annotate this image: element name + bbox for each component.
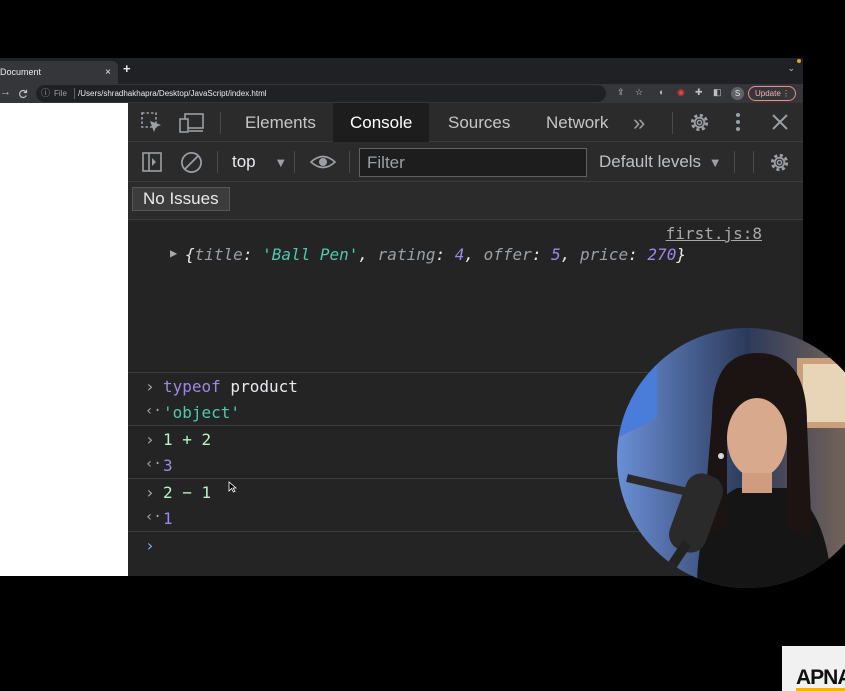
- more-tabs-icon[interactable]: »: [633, 103, 645, 142]
- input-chevron-icon: ›: [145, 483, 155, 502]
- source-link[interactable]: first.js:8: [666, 224, 762, 243]
- browser-tab[interactable]: Document ×: [0, 61, 118, 84]
- input-text: typeof product: [163, 377, 298, 396]
- divider: [220, 112, 221, 134]
- extension-record-icon[interactable]: ◉: [677, 87, 685, 98]
- divider: [74, 88, 75, 99]
- input-chevron-icon: ›: [145, 430, 155, 449]
- divider: [734, 151, 735, 173]
- tab-network[interactable]: Network: [546, 103, 608, 142]
- live-expression-eye-icon[interactable]: [309, 153, 337, 176]
- divider: [672, 112, 673, 134]
- divider: [349, 151, 350, 173]
- mouse-cursor-icon: [228, 481, 237, 493]
- filter-input[interactable]: Filter: [359, 148, 587, 177]
- clear-console-icon[interactable]: [180, 151, 203, 179]
- page-viewport[interactable]: [0, 103, 128, 576]
- levels-label: Default levels: [599, 152, 702, 171]
- window-dot-icon: [797, 59, 801, 63]
- input-text: 2 − 1: [163, 483, 212, 502]
- bookmark-star-icon[interactable]: ☆: [635, 87, 643, 98]
- new-tab-button[interactable]: +: [123, 61, 131, 76]
- object-preview: {title: 'Ball Pen', rating: 4, offer: 5,…: [185, 245, 686, 264]
- extension-icon[interactable]: ◐: [659, 87, 664, 97]
- divider: [217, 151, 218, 173]
- divider: [753, 151, 754, 173]
- console-settings-gear-icon[interactable]: [768, 151, 791, 179]
- scheme-label: File: [54, 89, 67, 98]
- update-button[interactable]: Update ⋮: [748, 86, 796, 101]
- update-menu-icon: ⋮: [782, 89, 790, 98]
- result-arrow-icon: ‹·: [145, 509, 162, 525]
- result-text: 3: [163, 456, 173, 475]
- tab-search-chevron-icon[interactable]: ⌄: [787, 63, 795, 74]
- url-text: /Users/shradhakhapra/Desktop/JavaScript/…: [78, 89, 267, 98]
- sidebar-toggle-icon[interactable]: [141, 151, 163, 178]
- console-log-object[interactable]: ▶ {title: 'Ball Pen', rating: 4, offer: …: [128, 245, 803, 271]
- update-label: Update: [755, 89, 781, 98]
- tab-sources[interactable]: Sources: [448, 103, 510, 142]
- info-icon[interactable]: ⓘ: [41, 85, 50, 102]
- browser-toolbar: → ⓘ File /Users/shradhakhapra/Desktop/Ja…: [0, 84, 803, 103]
- browser-tab-strip: Document × + ⌄: [0, 58, 803, 84]
- forward-icon[interactable]: →: [0, 86, 11, 98]
- more-options-icon[interactable]: [734, 112, 742, 137]
- input-chevron-icon: ›: [145, 377, 155, 396]
- chevron-down-icon: ▼: [708, 155, 722, 170]
- result-arrow-icon: ‹·: [145, 403, 162, 419]
- tab-elements[interactable]: Elements: [245, 103, 316, 142]
- prompt-chevron-icon: ›: [145, 536, 155, 555]
- tab-close-icon[interactable]: ×: [105, 61, 111, 84]
- expand-triangle-icon[interactable]: ▶: [170, 246, 177, 260]
- no-issues-button[interactable]: No Issues: [132, 187, 230, 211]
- inspect-element-icon[interactable]: [141, 112, 163, 139]
- screen: Document × + ⌄ → ⓘ File /Users/shradhakh…: [0, 0, 845, 691]
- address-bar[interactable]: ⓘ File /Users/shradhakhapra/Desktop/Java…: [36, 85, 606, 102]
- devtools-tab-bar: Elements Console Sources Network »: [128, 103, 803, 142]
- logo-text: APNA: [796, 666, 845, 689]
- input-text: 1 + 2: [163, 430, 212, 449]
- result-text: 'object': [163, 403, 241, 422]
- profile-avatar[interactable]: S: [731, 87, 744, 100]
- device-toolbar-icon[interactable]: [179, 112, 205, 139]
- close-icon[interactable]: [771, 113, 789, 136]
- tab-title: Document: [0, 67, 42, 77]
- divider: [294, 151, 295, 173]
- tab-console[interactable]: Console: [333, 103, 430, 142]
- channel-logo: APNA: [782, 646, 845, 691]
- issues-bar: No Issues: [128, 182, 803, 220]
- result-text: 1: [163, 509, 173, 528]
- share-icon[interactable]: ⇪: [617, 87, 625, 98]
- result-arrow-icon: ‹·: [145, 456, 162, 472]
- console-toolbar: top ▼ Filter Default levels ▼: [128, 142, 803, 182]
- context-label: top: [232, 152, 256, 171]
- log-levels-dropdown[interactable]: Default levels ▼: [599, 142, 722, 182]
- side-panel-icon[interactable]: ◧: [713, 87, 722, 98]
- extensions-puzzle-icon[interactable]: ✚: [695, 87, 703, 98]
- context-selector[interactable]: top ▼: [232, 142, 287, 182]
- chevron-down-icon: ▼: [274, 155, 288, 170]
- settings-gear-icon[interactable]: [688, 111, 711, 139]
- reload-icon[interactable]: [18, 86, 28, 102]
